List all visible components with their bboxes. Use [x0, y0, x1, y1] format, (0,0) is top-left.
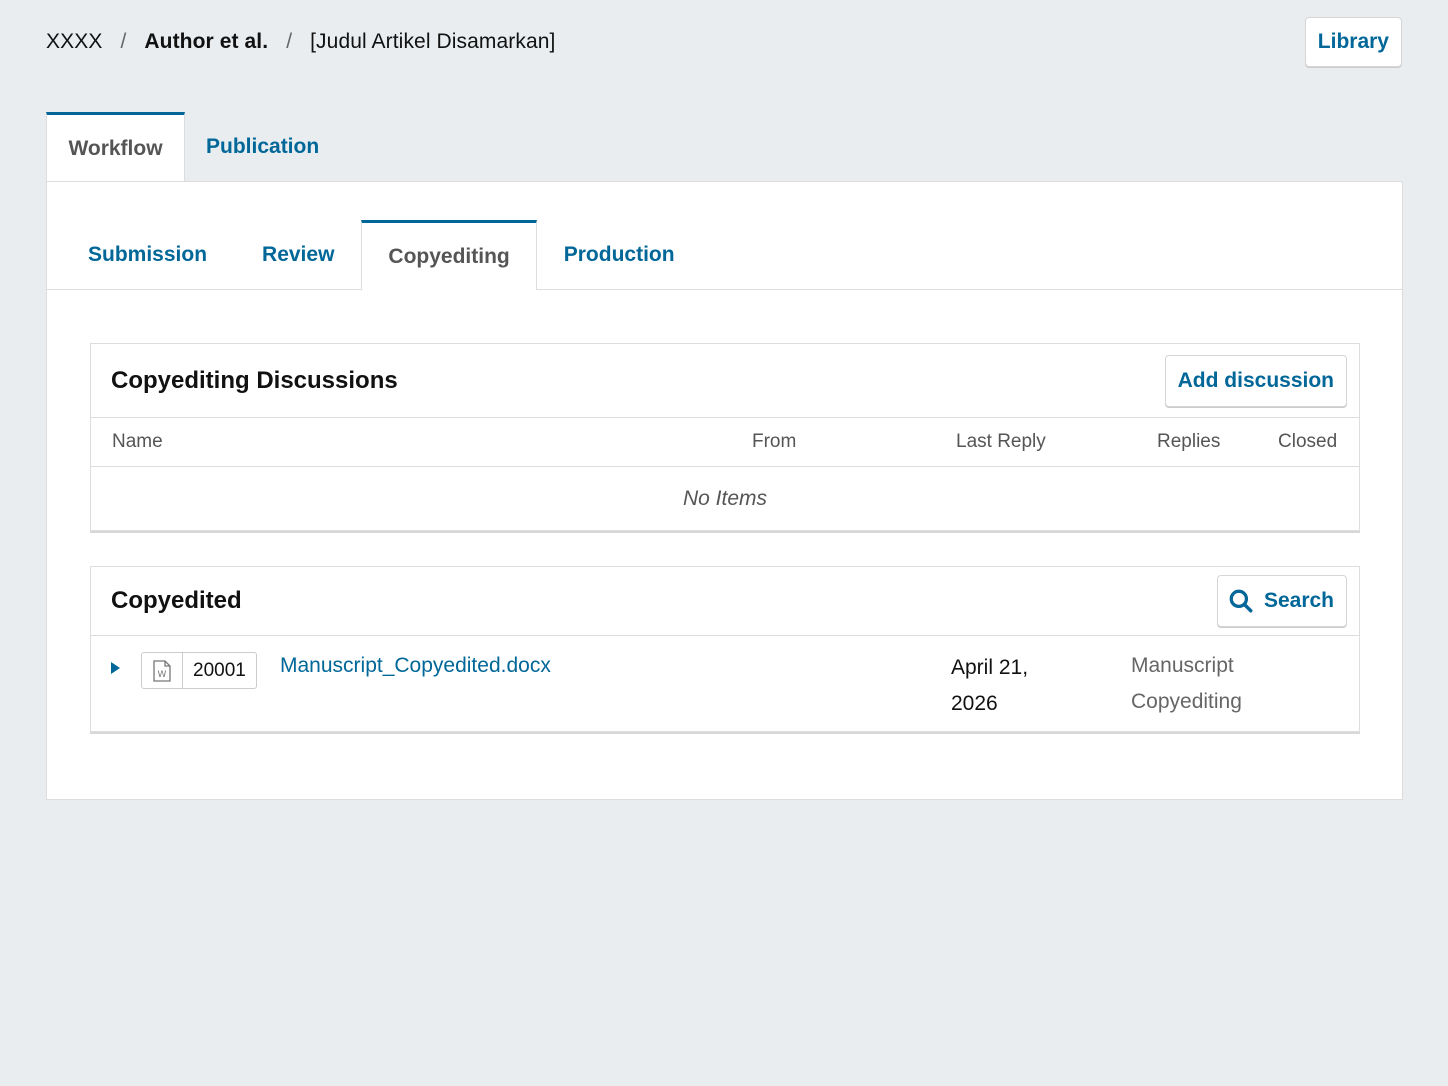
file-id: 20001: [193, 659, 246, 681]
breadcrumb-separator: /: [120, 30, 127, 53]
column-header-last-reply: Last Reply: [956, 431, 1046, 452]
top-tabs: Workflow Publication: [46, 112, 340, 182]
discussions-grid-header: Copyediting Discussions Add discussion: [91, 344, 1359, 418]
tab-workflow[interactable]: Workflow: [46, 112, 185, 182]
breadcrumb-context: XXXX: [46, 30, 103, 53]
page-header: XXXX / Author et al. / [Judul Artikel Di…: [46, 16, 1402, 68]
tab-production[interactable]: Production: [537, 220, 696, 289]
copyedited-title: Copyedited: [111, 587, 242, 614]
expand-row-icon[interactable]: [111, 662, 120, 674]
breadcrumb-title: [Judul Artikel Disamarkan]: [310, 30, 556, 53]
workflow-panel: Submission Review Copyediting Production…: [46, 181, 1403, 800]
file-date-line2: 2026: [951, 692, 998, 715]
file-date-line1: April 21,: [951, 656, 1029, 679]
search-button-label: Search: [1263, 589, 1334, 612]
file-date: April 21, 2026: [951, 650, 1061, 722]
file-badge: W 20001: [141, 652, 257, 689]
discussions-grid: Copyediting Discussions Add discussion N…: [90, 343, 1360, 531]
column-header-closed: Closed: [1278, 431, 1338, 452]
svg-text:W: W: [158, 670, 167, 680]
column-header-from: From: [752, 431, 797, 452]
breadcrumb: XXXX / Author et al. / [Judul Artikel Di…: [46, 30, 556, 54]
table-row: W 20001 Manuscript_Copyedited.docx April…: [91, 636, 1359, 732]
copyedited-files-grid: Copyedited Search W 20001 Manuscript_Cop…: [90, 566, 1360, 732]
breadcrumb-author: Author et al.: [144, 30, 269, 53]
search-icon: [1229, 589, 1253, 613]
file-genre: Manuscript Copyediting: [1131, 648, 1271, 720]
word-doc-icon: W: [142, 653, 183, 688]
discussions-column-headers: Name From Last Reply Replies Closed: [91, 418, 1359, 467]
file-genre-line1: Manuscript: [1131, 654, 1234, 677]
breadcrumb-separator: /: [286, 30, 293, 53]
column-header-replies: Replies: [1157, 431, 1221, 452]
column-header-name: Name: [112, 431, 163, 452]
add-discussion-button[interactable]: Add discussion: [1164, 354, 1347, 407]
file-genre-line2: Copyediting: [1131, 690, 1242, 713]
tab-publication[interactable]: Publication: [185, 112, 340, 182]
tab-submission[interactable]: Submission: [67, 220, 228, 289]
file-name-link[interactable]: Manuscript_Copyedited.docx: [280, 654, 551, 678]
library-button[interactable]: Library: [1304, 17, 1402, 67]
tab-copyediting[interactable]: Copyediting: [361, 220, 537, 290]
discussions-title: Copyediting Discussions: [111, 366, 398, 394]
search-button[interactable]: Search: [1216, 575, 1347, 627]
tab-review[interactable]: Review: [228, 220, 355, 289]
stage-tabs: Submission Review Copyediting Production: [47, 220, 1402, 290]
empty-message: No Items: [682, 486, 768, 510]
copyedited-grid-header: Copyedited Search: [91, 567, 1359, 636]
